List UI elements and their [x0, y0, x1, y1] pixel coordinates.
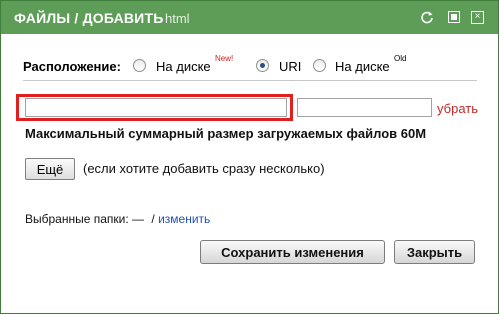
folders-value: — — [132, 212, 145, 226]
selected-folders: Выбранные папки: — / изменить — [25, 212, 210, 226]
option-disk-old-label[interactable]: На диске — [335, 59, 390, 74]
dialog-titlebar[interactable]: ФАЙЛЫ / ДОБАВИТЬ html × — [1, 1, 498, 34]
folders-separator: / — [151, 212, 155, 226]
dialog-subtitle: html — [165, 11, 190, 26]
url-input-extra[interactable] — [297, 98, 432, 117]
max-size-note: Максимальный суммарный размер загружаемы… — [25, 126, 427, 141]
url-input[interactable] — [25, 98, 287, 117]
upload-dialog: ФАЙЛЫ / ДОБАВИТЬ html × Расположение: На… — [0, 0, 499, 314]
maximize-icon[interactable] — [448, 11, 460, 23]
location-label: Расположение: — [23, 59, 121, 74]
radio-disk-new[interactable] — [133, 59, 146, 72]
location-divider — [23, 80, 477, 81]
refresh-icon[interactable] — [420, 10, 434, 24]
radio-uri[interactable] — [256, 59, 269, 72]
option-disk-new-label[interactable]: На диске — [156, 59, 211, 74]
close-icon[interactable]: × — [471, 11, 484, 24]
folders-label: Выбранные папки: — [25, 212, 129, 226]
close-button[interactable]: Закрыть — [394, 240, 475, 264]
save-button[interactable]: Сохранить изменения — [200, 240, 385, 264]
option-uri-label[interactable]: URI — [279, 59, 301, 74]
badge-old: Old — [394, 54, 407, 63]
remove-link[interactable]: убрать — [437, 101, 478, 116]
more-hint: (если хотите добавить сразу несколько) — [83, 161, 325, 176]
dialog-title: ФАЙЛЫ / ДОБАВИТЬ — [14, 10, 164, 26]
badge-new: New! — [215, 54, 234, 63]
change-folders-link[interactable]: изменить — [158, 212, 210, 226]
radio-disk-old[interactable] — [313, 59, 326, 72]
more-button[interactable]: Ещё — [25, 158, 75, 180]
